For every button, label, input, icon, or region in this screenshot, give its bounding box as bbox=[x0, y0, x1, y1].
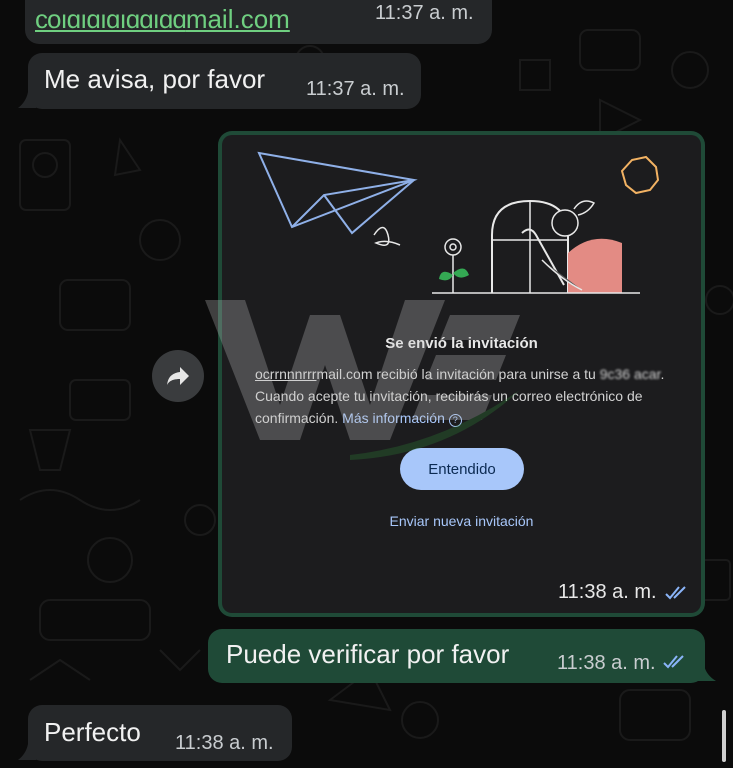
watermark-logo bbox=[205, 300, 520, 460]
message-bubble-avisa[interactable]: Me avisa, por favor 11:37 a. m. bbox=[28, 53, 421, 109]
bubble-tail bbox=[18, 92, 36, 108]
double-check-icon bbox=[665, 586, 686, 600]
message-bubble-email[interactable]: coıɑıɑıɑıɑɑıɑɑmail.com 11:37 a. m. bbox=[25, 0, 492, 44]
message-time: 11:37 a. m. bbox=[306, 78, 405, 100]
message-text: Me avisa, por favor bbox=[44, 64, 266, 94]
message-bubble-verificar[interactable]: Puede verificar por favor 11:38 a. m. bbox=[208, 629, 705, 683]
message-time: 11:38 a. m. bbox=[557, 652, 656, 674]
forward-button[interactable] bbox=[152, 350, 204, 402]
bubble-tail bbox=[696, 665, 716, 681]
message-text: Puede verificar por favor bbox=[226, 639, 510, 669]
email-link[interactable]: coıɑıɑıɑıɑɑıɑɑmail.com bbox=[35, 4, 290, 35]
double-check-icon bbox=[663, 655, 684, 669]
bubble-tail bbox=[18, 744, 36, 760]
message-time: 11:38 a. m. bbox=[175, 732, 274, 754]
resend-invitation-link[interactable]: Enviar nueva invitación bbox=[222, 513, 701, 529]
message-time: 11:38 a. m. bbox=[558, 581, 657, 603]
paper-plane-icon bbox=[257, 151, 418, 235]
message-text: Perfecto bbox=[44, 717, 141, 747]
message-time: 11:37 a. m. bbox=[375, 2, 474, 24]
scroll-indicator[interactable] bbox=[722, 710, 726, 762]
message-bubble-perfecto[interactable]: Perfecto 11:38 a. m. bbox=[28, 705, 292, 761]
forward-icon bbox=[167, 367, 189, 385]
